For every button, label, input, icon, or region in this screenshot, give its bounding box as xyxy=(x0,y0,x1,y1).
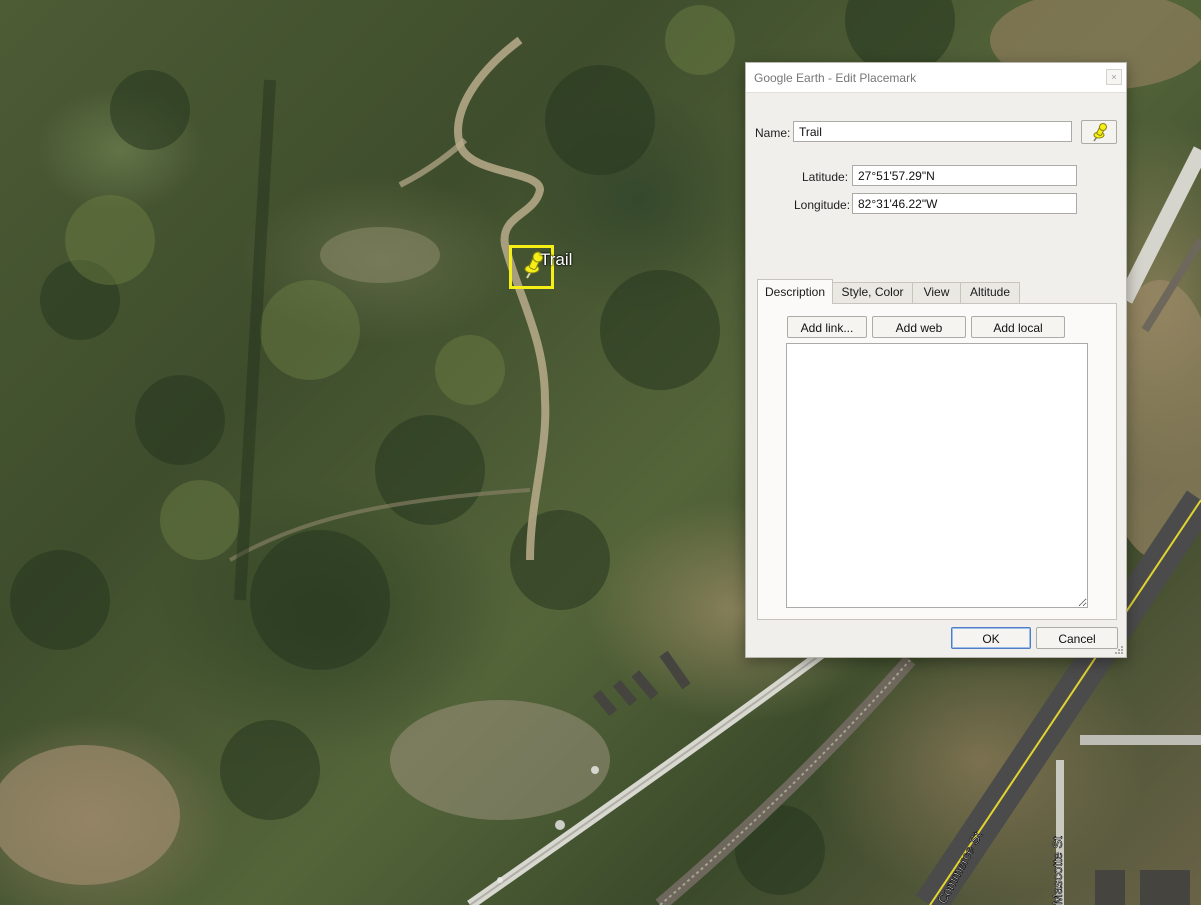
description-textarea[interactable] xyxy=(786,343,1088,608)
latitude-label: Latitude: xyxy=(802,170,849,184)
close-button[interactable]: × xyxy=(1106,69,1122,85)
resize-grip-icon[interactable] xyxy=(1114,645,1124,655)
tab-view[interactable]: View xyxy=(912,282,961,303)
dialog-title: Google Earth - Edit Placemark xyxy=(754,71,917,85)
tab-altitude[interactable]: Altitude xyxy=(960,282,1020,303)
road-label-mascotte: Mascotte St xyxy=(1050,836,1065,905)
ok-button[interactable]: OK xyxy=(951,627,1031,649)
longitude-label: Longitude: xyxy=(794,198,851,212)
add-link-button[interactable]: Add link... xyxy=(787,316,867,338)
yellow-pushpin-icon xyxy=(1093,123,1107,142)
add-web-image-button[interactable]: Add web image... xyxy=(872,316,966,355)
cancel-button[interactable]: Cancel xyxy=(1036,627,1118,649)
tab-description[interactable]: Description xyxy=(757,279,833,304)
add-local-image-button[interactable]: Add local image... xyxy=(971,316,1065,355)
dialog-titlebar[interactable]: Google Earth - Edit Placemark × xyxy=(746,63,1126,93)
placemark-icon-button[interactable] xyxy=(1081,120,1117,144)
edit-placemark-dialog: Google Earth - Edit Placemark × Name: La… xyxy=(745,62,1127,658)
name-field[interactable] xyxy=(793,121,1072,142)
placemark-label: Trail xyxy=(540,250,573,269)
longitude-field[interactable] xyxy=(852,193,1077,214)
latitude-field[interactable] xyxy=(852,165,1077,186)
tab-style-color[interactable]: Style, Color xyxy=(832,282,913,303)
description-panel: Add link... Add web image... Add local i… xyxy=(757,303,1117,620)
name-label: Name: xyxy=(755,126,791,140)
